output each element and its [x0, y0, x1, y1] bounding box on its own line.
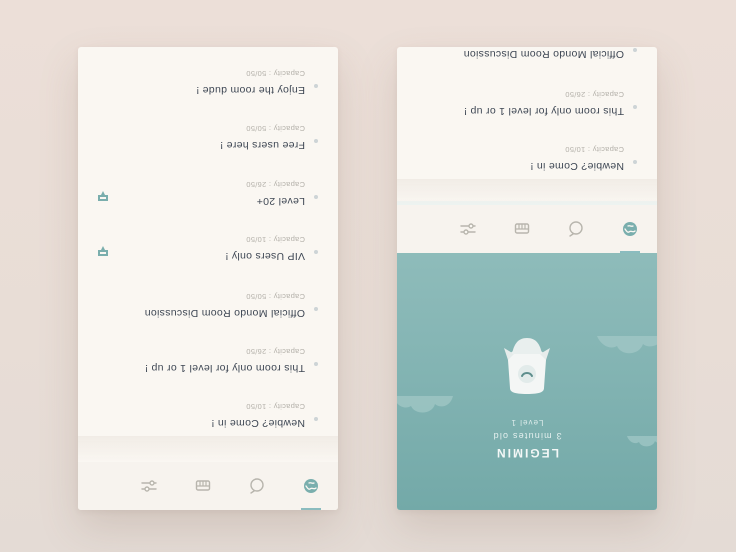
room-item[interactable]: Level 20+ Capacity : 26/50	[78, 164, 338, 214]
active-tab-indicator	[620, 251, 640, 253]
room-name: Level 20+	[256, 195, 305, 207]
room-name: Newbie? Come in !	[530, 160, 624, 172]
room-name: Enjoy the room dude !	[195, 84, 305, 96]
room-capacity: Capacity : 10/50	[246, 402, 305, 411]
tab-shop[interactable]	[176, 462, 230, 510]
vip-badge-icon	[98, 246, 108, 256]
basket-icon	[514, 223, 530, 234]
pet-age: 3 minutes old	[492, 431, 562, 441]
room-capacity: Capacity : 26/50	[246, 347, 305, 356]
bullet	[314, 362, 318, 366]
flipped-view: Newbie? Come in ! Capacity : 10/50 This …	[78, 47, 338, 510]
bullet	[314, 139, 318, 143]
bullet	[314, 307, 318, 311]
room-name: Newbie? Come in !	[211, 417, 305, 429]
flipped-view: LEGIMIN 3 minutes old Level 1 Newbie? Co…	[397, 47, 657, 510]
room-capacity: Capacity : 26/50	[565, 90, 624, 99]
tab-settings[interactable]	[441, 205, 495, 253]
tab-bar	[397, 205, 657, 253]
room-list-screen: Newbie? Come in ! Capacity : 10/50 This …	[78, 47, 338, 510]
room-capacity: Capacity : 50/50	[246, 69, 305, 78]
cloud-decoration	[597, 336, 657, 354]
basket-icon	[195, 480, 211, 491]
tab-rooms[interactable]	[603, 205, 657, 253]
room-item[interactable]: VIP Users only ! Capacity : 10/50	[78, 219, 338, 269]
bullet	[633, 160, 637, 164]
cloud-decoration	[397, 396, 453, 413]
room-capacity: Capacity : 50/50	[246, 124, 305, 133]
room-item[interactable]: This room only for level 1 or up ! Capac…	[397, 74, 657, 124]
room-item[interactable]: Official Mondo Room Discussion Capacity …	[78, 276, 338, 326]
room-name: This room only for level 1 or up !	[144, 362, 305, 374]
room-capacity: Capacity : 10/50	[246, 235, 305, 244]
list-fade	[78, 436, 338, 462]
room-item[interactable]: Newbie? Come in ! Capacity : 10/50	[78, 386, 338, 436]
room-name: This room only for level 1 or up !	[463, 105, 624, 117]
sliders-icon	[141, 480, 157, 492]
tab-chat[interactable]	[549, 205, 603, 253]
pet-level: Level 1	[510, 418, 544, 427]
room-name: Official Mondo Room Discussion	[144, 307, 305, 319]
tab-rooms[interactable]	[284, 462, 338, 510]
tab-shop[interactable]	[495, 205, 549, 253]
bullet	[314, 417, 318, 421]
room-name: Free users here !	[219, 139, 305, 151]
room-name: VIP Users only !	[225, 250, 305, 262]
room-item[interactable]: Official Mondo Room Discussion	[397, 47, 657, 67]
bubble-icon	[250, 478, 264, 494]
room-capacity: Capacity : 26/50	[246, 180, 305, 189]
bullet	[633, 48, 637, 52]
globe-icon	[623, 222, 637, 236]
bullet	[314, 250, 318, 254]
sliders-icon	[460, 223, 476, 235]
room-item[interactable]: Enjoy the room dude ! Capacity : 50/50	[78, 53, 338, 103]
tab-bar	[78, 462, 338, 510]
room-name: Official Mondo Room Discussion	[463, 48, 624, 60]
room-capacity: Capacity : 50/50	[246, 292, 305, 301]
tab-chat[interactable]	[230, 462, 284, 510]
bubble-icon	[569, 221, 583, 237]
room-item[interactable]: This room only for level 1 or up ! Capac…	[78, 331, 338, 381]
pet-name: LEGIMIN	[495, 446, 559, 460]
bullet	[633, 105, 637, 109]
bullet	[314, 84, 318, 88]
active-tab-indicator	[301, 508, 321, 510]
tab-settings[interactable]	[122, 462, 176, 510]
room-capacity: Capacity : 10/50	[565, 145, 624, 154]
profile-screen: LEGIMIN 3 minutes old Level 1 Newbie? Co…	[397, 47, 657, 510]
room-item[interactable]: Newbie? Come in ! Capacity : 10/50	[397, 129, 657, 179]
list-fade	[397, 179, 657, 205]
globe-icon	[304, 479, 318, 493]
pet-avatar-icon	[504, 338, 550, 394]
bullet	[314, 195, 318, 199]
vip-badge-icon	[98, 191, 108, 201]
room-item[interactable]: Free users here ! Capacity : 50/50	[78, 108, 338, 158]
